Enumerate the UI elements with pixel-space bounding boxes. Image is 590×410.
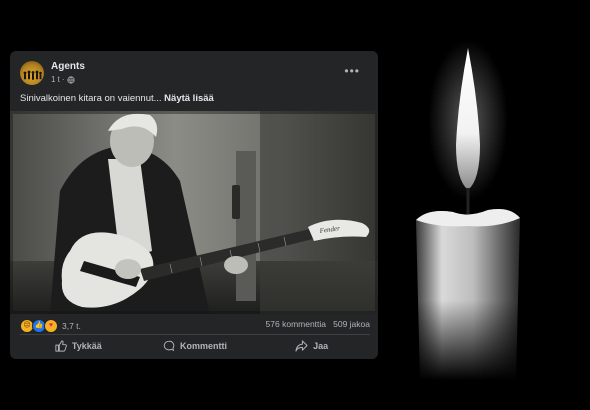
share-label: Jaa [313,341,329,351]
see-more-link[interactable]: Näytä lisää [164,93,214,104]
post-text: Sinivalkoinen kitara on vaiennut... [20,93,162,104]
share-icon [295,340,308,352]
comment-button[interactable]: Kommentti [137,337,254,355]
post-meta: 1 t · [51,75,75,84]
post-photo[interactable]: Fender [10,111,378,314]
post-text-row: Sinivalkoinen kitara on vaiennut... Näyt… [20,93,214,104]
share-count[interactable]: 509 jakoa [333,319,370,329]
avatar[interactable] [20,61,44,85]
post-stats: ☹ 👍 ♥ 3,7 t. 576 kommenttia 509 jakoa [20,319,370,333]
comment-count[interactable]: 576 kommenttia [266,319,326,329]
comment-label: Kommentti [180,341,227,351]
care-icon: ♥ [44,319,58,333]
post-author[interactable]: Agents [51,61,85,72]
like-label: Tykkää [71,341,102,351]
thumbs-up-icon [55,340,67,352]
more-options-icon[interactable]: ••• [344,64,360,78]
share-button[interactable]: Jaa [253,337,370,355]
facebook-post: Agents 1 t · ••• Sinivalkoinen kitara on… [10,51,378,359]
candle-image [398,40,548,380]
comment-icon [163,340,175,352]
post-actions: Tykkää Kommentti Jaa [20,337,370,355]
reactions-summary[interactable]: ☹ 👍 ♥ 3,7 t. [20,319,81,333]
reaction-count: 3,7 t. [62,321,81,331]
comment-share-stats: 576 kommenttia 509 jakoa [266,319,370,329]
like-button[interactable]: Tykkää [20,337,137,355]
post-header: Agents 1 t · ••• [20,60,370,88]
post-time[interactable]: 1 t [51,75,60,84]
divider [20,334,370,335]
globe-icon [66,75,75,84]
